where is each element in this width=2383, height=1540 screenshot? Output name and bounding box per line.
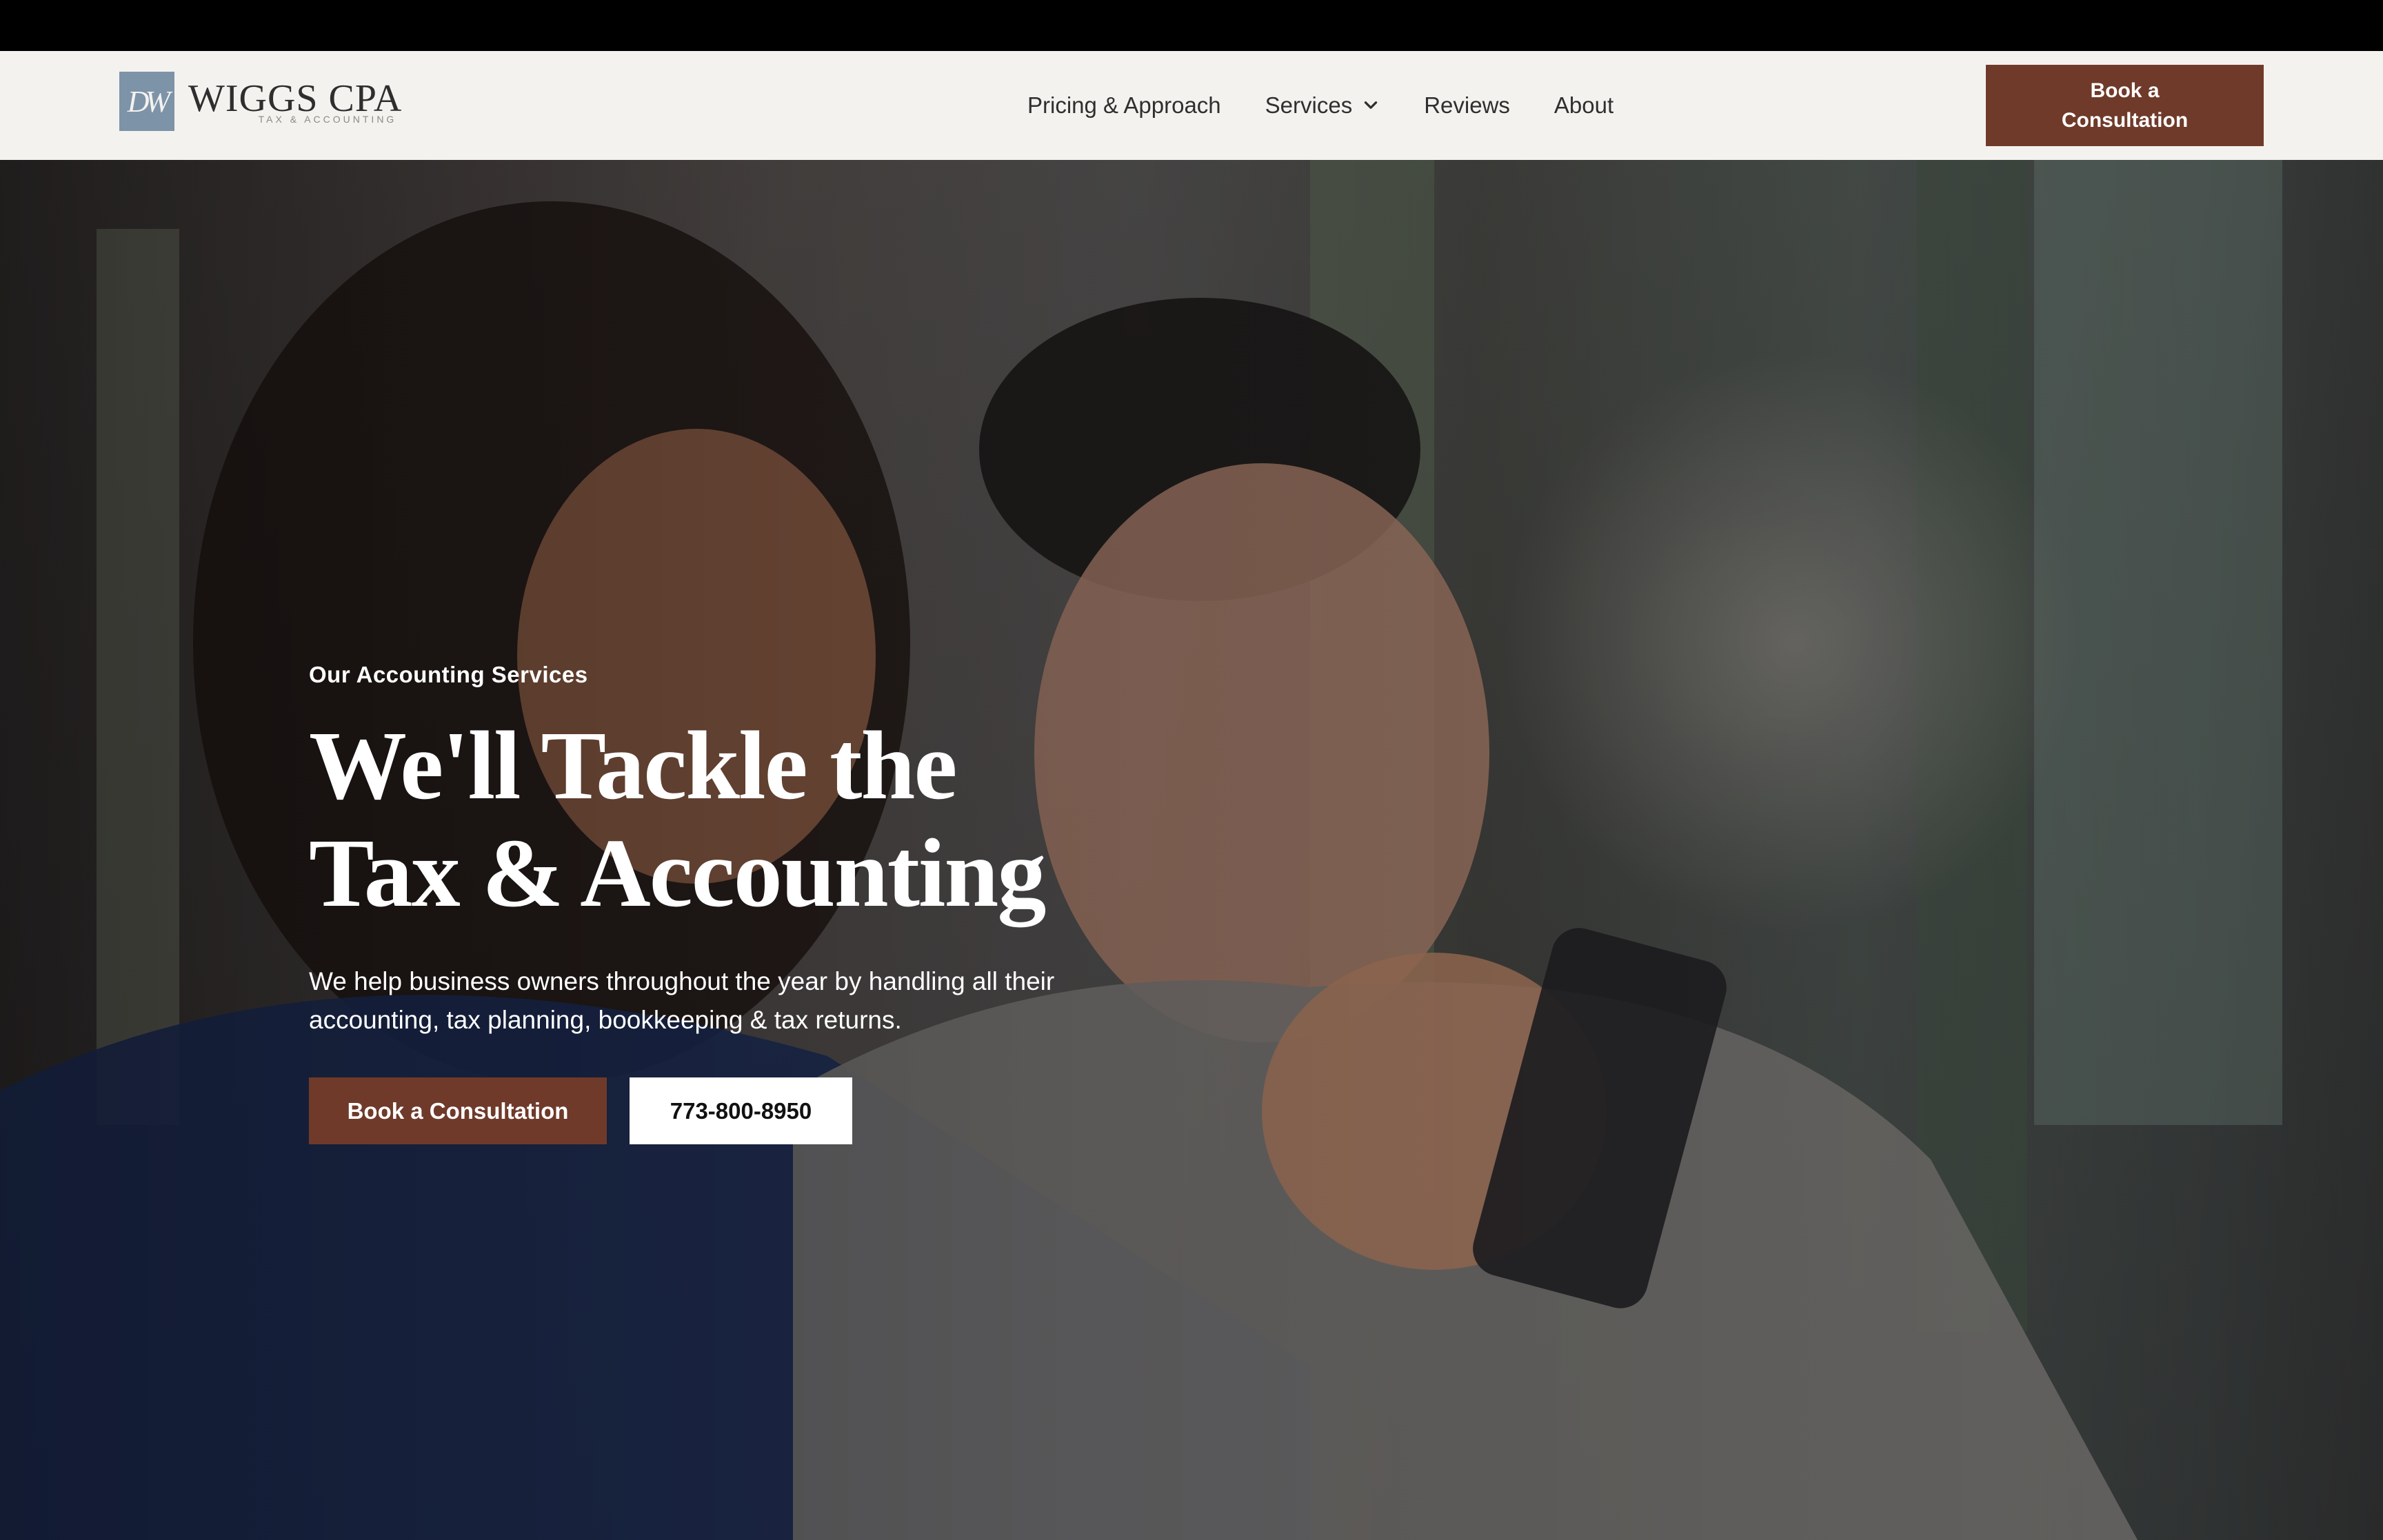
- hero-subtext: We help business owners throughout the y…: [309, 967, 1055, 1034]
- logo-name: WIGGS CPA: [188, 77, 403, 120]
- hero-eyebrow: Our Accounting Services: [309, 662, 588, 687]
- hero-headline-line-1: We'll Tackle the: [309, 711, 957, 820]
- hero-button-row: Book a Consultation 773-800-8950: [309, 1077, 1205, 1145]
- nav-item-label: Services: [1265, 92, 1353, 118]
- browser-top-bar: [0, 0, 2383, 51]
- nav-item-about[interactable]: About: [1554, 92, 1613, 119]
- hero-headline: We'll Tackle the Tax & Accounting: [309, 711, 1205, 926]
- nav-item-label: About: [1554, 92, 1614, 118]
- site-logo[interactable]: DW WIGGS CPA TAX & ACCOUNTING: [119, 71, 402, 132]
- logo-text: WIGGS CPA TAX & ACCOUNTING: [188, 77, 403, 125]
- hero-phone-button[interactable]: 773-800-8950: [630, 1077, 852, 1145]
- hero-content: Our Accounting Services We'll Tackle the…: [309, 662, 1205, 1145]
- header-book-consultation-button[interactable]: Book a Consultation: [1986, 65, 2264, 146]
- nav-item-label: Pricing & Approach: [1027, 92, 1221, 118]
- hero-book-consultation-button[interactable]: Book a Consultation: [309, 1077, 607, 1145]
- logo-monogram: DW: [119, 72, 174, 131]
- hero-headline-line-2: Tax & Accounting: [309, 818, 1046, 928]
- nav-item-services[interactable]: Services: [1265, 92, 1380, 119]
- nav-item-pricing-approach[interactable]: Pricing & Approach: [1027, 92, 1221, 119]
- logo-tagline: TAX & ACCOUNTING: [258, 114, 397, 125]
- chevron-down-icon: [1365, 101, 1378, 109]
- nav-item-reviews[interactable]: Reviews: [1424, 92, 1510, 119]
- main-nav: Pricing & Approach Services Reviews Abou…: [1027, 86, 1613, 124]
- nav-item-label: Reviews: [1424, 92, 1510, 118]
